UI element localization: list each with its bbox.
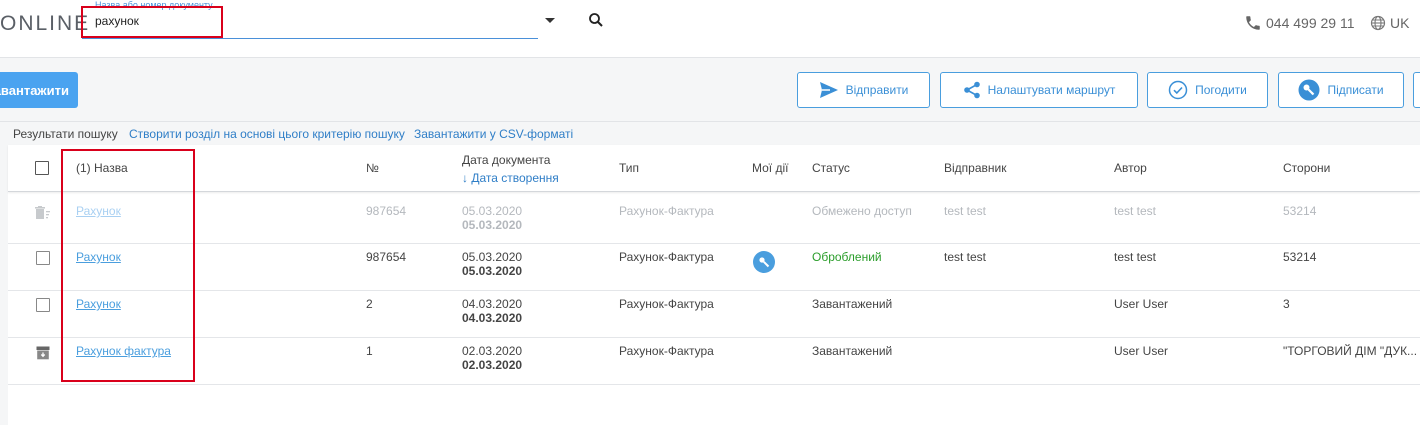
trash-icon[interactable]: [35, 206, 51, 220]
phone-icon: [1246, 16, 1260, 30]
key-icon: [759, 257, 770, 268]
documents-table: (1) Назва № Дата документа ↓ Дата створе…: [8, 145, 1420, 425]
approve-label: Погодити: [1195, 83, 1247, 97]
column-header-doc-date[interactable]: Дата документа: [462, 153, 550, 167]
create-section-link[interactable]: Створити розділ на основі цього критерію…: [129, 127, 405, 141]
table-row[interactable]: Рахунок фактура 1 02.03.2020 02.03.2020 …: [8, 338, 1420, 385]
document-status: Обмежено доступ: [812, 204, 912, 218]
document-type: Рахунок-Фактура: [619, 344, 714, 358]
search-results-bar: Результати пошуку Створити розділ на осн…: [0, 122, 1420, 145]
document-author: User User: [1114, 344, 1169, 358]
document-number: 2: [366, 297, 373, 311]
document-date: 05.03.2020: [462, 204, 523, 218]
document-number: 987654: [366, 204, 407, 218]
send-button[interactable]: Відправити: [797, 72, 930, 108]
globe-icon: [1370, 15, 1386, 31]
document-parties: 3: [1283, 297, 1290, 311]
action-toolbar: авантажити Відправити Налаштувати маршру…: [0, 58, 1420, 122]
archive-icon[interactable]: [36, 346, 50, 360]
check-circle-icon: [1168, 80, 1188, 100]
table-header: (1) Назва № Дата документа ↓ Дата створе…: [8, 145, 1420, 192]
created-date: 02.03.2020: [462, 358, 523, 372]
created-date: 04.03.2020: [462, 311, 523, 325]
document-author: User User: [1114, 297, 1169, 311]
left-gutter: [0, 145, 8, 425]
search-icon[interactable]: [588, 12, 604, 28]
document-number: 987654: [366, 250, 407, 264]
logo: ONLINE: [0, 12, 91, 35]
column-header-number[interactable]: №: [366, 161, 379, 175]
document-status: Оброблений: [812, 250, 882, 264]
search-highlight-box: [81, 6, 223, 38]
page: ONLINE Назва або номер документу 044 499…: [0, 0, 1420, 425]
document-date: 04.03.2020: [462, 297, 523, 311]
document-parties: 53214: [1283, 250, 1317, 264]
sign-action-key-icon[interactable]: [753, 251, 775, 273]
configure-route-label: Налаштувати маршрут: [987, 83, 1116, 97]
send-label: Відправити: [845, 83, 909, 97]
search-results-label: Результати пошуку: [13, 127, 118, 141]
column-header-type[interactable]: Тип: [619, 161, 639, 175]
name-column-highlight-box: [61, 149, 195, 382]
document-status: Завантажений: [812, 297, 893, 311]
row-checkbox[interactable]: [36, 251, 50, 265]
document-sender: test test: [944, 204, 987, 218]
document-type: Рахунок-Фактура: [619, 250, 714, 264]
document-parties: 53214: [1283, 204, 1317, 218]
csv-download-link[interactable]: Завантажити у CSV-форматі: [414, 127, 573, 141]
document-sender: test test: [944, 250, 987, 264]
table-row[interactable]: Рахунок 987654 05.03.2020 05.03.2020 Рах…: [8, 197, 1420, 244]
table-row[interactable]: Рахунок 987654 05.03.2020 05.03.2020 Рах…: [8, 244, 1420, 291]
sign-button[interactable]: Підписати: [1278, 72, 1404, 108]
column-header-created-date[interactable]: ↓ Дата створення: [462, 171, 559, 185]
document-author: test test: [1114, 204, 1157, 218]
created-date: 05.03.2020: [462, 264, 523, 278]
search-options-caret-icon[interactable]: [545, 18, 555, 23]
send-icon: [819, 82, 838, 98]
select-all-checkbox[interactable]: [35, 161, 49, 175]
phone-info: 044 499 29 11: [1244, 14, 1355, 32]
upload-button[interactable]: авантажити: [0, 72, 78, 108]
created-date: 05.03.2020: [462, 218, 523, 232]
column-header-parties[interactable]: Сторони: [1283, 161, 1330, 175]
document-author: test test: [1114, 250, 1157, 264]
document-status: Завантажений: [812, 344, 893, 358]
configure-route-button[interactable]: Налаштувати маршрут: [940, 72, 1138, 108]
document-date: 05.03.2020: [462, 250, 523, 264]
document-type: Рахунок-Фактура: [619, 204, 714, 218]
document-date: 02.03.2020: [462, 344, 523, 358]
table-row[interactable]: Рахунок 2 04.03.2020 04.03.2020 Рахунок-…: [8, 291, 1420, 338]
column-header-author[interactable]: Автор: [1114, 161, 1147, 175]
column-header-status[interactable]: Статус: [812, 161, 850, 175]
share-route-icon: [963, 81, 980, 99]
document-parties: "ТОРГОВИЙ ДІМ "ДУК...: [1283, 344, 1418, 358]
approve-button[interactable]: Погодити: [1147, 72, 1268, 108]
document-number: 1: [366, 344, 373, 358]
key-icon: [1298, 79, 1320, 101]
phone-number: 044 499 29 11: [1266, 15, 1355, 31]
column-header-my-actions: Мої дії: [752, 161, 789, 175]
language-selector[interactable]: UK: [1370, 15, 1409, 31]
language-code: UK: [1390, 15, 1410, 31]
more-button[interactable]: [1413, 72, 1420, 108]
row-checkbox[interactable]: [36, 298, 50, 312]
sign-label: Підписати: [1327, 83, 1384, 97]
document-type: Рахунок-Фактура: [619, 297, 714, 311]
column-header-sender[interactable]: Відправник: [944, 161, 1006, 175]
